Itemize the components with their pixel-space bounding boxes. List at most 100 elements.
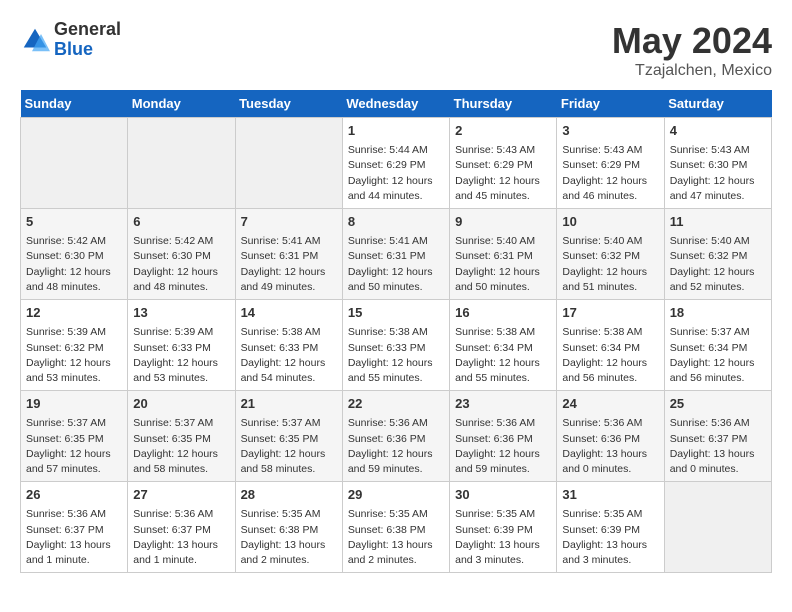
calendar-cell: 27 Sunrise: 5:36 AMSunset: 6:37 PMDayligh…: [128, 482, 235, 573]
day-info: Sunrise: 5:42 AMSunset: 6:30 PMDaylight:…: [26, 234, 122, 295]
day-number: 17: [562, 304, 658, 322]
day-info: Sunrise: 5:35 AMSunset: 6:39 PMDaylight:…: [455, 507, 551, 568]
day-info: Sunrise: 5:40 AMSunset: 6:32 PMDaylight:…: [670, 234, 766, 295]
day-info: Sunrise: 5:38 AMSunset: 6:34 PMDaylight:…: [562, 325, 658, 386]
page-header: General Blue May 2024 Tzajalchen, Mexico: [20, 20, 772, 80]
day-number: 28: [241, 486, 337, 504]
week-row-5: 26Sunrise: 5:36 AMSunset: 6:37 PMDayligh…: [21, 482, 772, 573]
day-info: Sunrise: 5:43 AMSunset: 6:30 PMDaylight:…: [670, 143, 766, 204]
calendar-cell: 1 Sunrise: 5:44 AMSunset: 6:29 PMDaylight…: [342, 118, 449, 209]
calendar-cell: 14Sunrise: 5:38 AMSunset: 6:33 PMDayligh…: [235, 300, 342, 391]
calendar-cell: 28 Sunrise: 5:35 AMSunset: 6:38 PMDayligh…: [235, 482, 342, 573]
day-info: Sunrise: 5:37 AMSunset: 6:34 PMDaylight:…: [670, 325, 766, 386]
day-info: Sunrise: 5:36 AMSunset: 6:36 PMDaylight:…: [455, 416, 551, 477]
calendar-cell: 15Sunrise: 5:38 AMSunset: 6:33 PMDayligh…: [342, 300, 449, 391]
day-number: 21: [241, 395, 337, 413]
calendar-cell: [21, 118, 128, 209]
day-info: Sunrise: 5:37 AMSunset: 6:35 PMDaylight:…: [26, 416, 122, 477]
calendar-cell: 6 Sunrise: 5:42 AMSunset: 6:30 PMDaylight…: [128, 209, 235, 300]
day-info: Sunrise: 5:40 AMSunset: 6:32 PMDaylight:…: [562, 234, 658, 295]
calendar-cell: 17 Sunrise: 5:38 AMSunset: 6:34 PMDayligh…: [557, 300, 664, 391]
calendar-cell: 26Sunrise: 5:36 AMSunset: 6:37 PMDayligh…: [21, 482, 128, 573]
day-number: 16: [455, 304, 551, 322]
calendar-cell: 23 Sunrise: 5:36 AMSunset: 6:36 PMDayligh…: [450, 391, 557, 482]
day-info: Sunrise: 5:36 AMSunset: 6:37 PMDaylight:…: [670, 416, 766, 477]
calendar-cell: 25Sunrise: 5:36 AMSunset: 6:37 PMDayligh…: [664, 391, 771, 482]
logo-general-text: General: [54, 20, 121, 40]
calendar-cell: 21Sunrise: 5:37 AMSunset: 6:35 PMDayligh…: [235, 391, 342, 482]
day-number: 4: [670, 122, 766, 140]
calendar-cell: [235, 118, 342, 209]
day-number: 29: [348, 486, 444, 504]
day-info: Sunrise: 5:35 AMSunset: 6:38 PMDaylight:…: [241, 507, 337, 568]
day-number: 27: [133, 486, 229, 504]
day-number: 12: [26, 304, 122, 322]
calendar-cell: 22Sunrise: 5:36 AMSunset: 6:36 PMDayligh…: [342, 391, 449, 482]
day-number: 19: [26, 395, 122, 413]
day-info: Sunrise: 5:42 AMSunset: 6:30 PMDaylight:…: [133, 234, 229, 295]
day-info: Sunrise: 5:35 AMSunset: 6:39 PMDaylight:…: [562, 507, 658, 568]
week-row-2: 5 Sunrise: 5:42 AMSunset: 6:30 PMDaylight…: [21, 209, 772, 300]
logo-icon: [20, 25, 50, 55]
day-number: 23: [455, 395, 551, 413]
day-number: 24: [562, 395, 658, 413]
header-day-wednesday: Wednesday: [342, 90, 449, 118]
calendar-cell: 8Sunrise: 5:41 AMSunset: 6:31 PMDaylight…: [342, 209, 449, 300]
calendar-cell: 4 Sunrise: 5:43 AMSunset: 6:30 PMDaylight…: [664, 118, 771, 209]
logo-text: General Blue: [54, 20, 121, 60]
calendar-cell: [128, 118, 235, 209]
calendar-cell: 11 Sunrise: 5:40 AMSunset: 6:32 PMDayligh…: [664, 209, 771, 300]
day-number: 7: [241, 213, 337, 231]
day-info: Sunrise: 5:44 AMSunset: 6:29 PMDaylight:…: [348, 143, 444, 204]
day-info: Sunrise: 5:36 AMSunset: 6:36 PMDaylight:…: [562, 416, 658, 477]
day-number: 11: [670, 213, 766, 231]
day-number: 30: [455, 486, 551, 504]
month-title: May 2024: [612, 20, 772, 62]
day-number: 1: [348, 122, 444, 140]
calendar-cell: 13Sunrise: 5:39 AMSunset: 6:33 PMDayligh…: [128, 300, 235, 391]
title-block: May 2024 Tzajalchen, Mexico: [612, 20, 772, 80]
day-info: Sunrise: 5:43 AMSunset: 6:29 PMDaylight:…: [455, 143, 551, 204]
day-info: Sunrise: 5:38 AMSunset: 6:33 PMDaylight:…: [348, 325, 444, 386]
calendar-cell: 30 Sunrise: 5:35 AMSunset: 6:39 PMDayligh…: [450, 482, 557, 573]
calendar-table: SundayMondayTuesdayWednesdayThursdayFrid…: [20, 90, 772, 573]
day-number: 14: [241, 304, 337, 322]
day-number: 9: [455, 213, 551, 231]
day-info: Sunrise: 5:36 AMSunset: 6:36 PMDaylight:…: [348, 416, 444, 477]
calendar-cell: 24 Sunrise: 5:36 AMSunset: 6:36 PMDayligh…: [557, 391, 664, 482]
day-info: Sunrise: 5:36 AMSunset: 6:37 PMDaylight:…: [133, 507, 229, 568]
calendar-cell: 16Sunrise: 5:38 AMSunset: 6:34 PMDayligh…: [450, 300, 557, 391]
day-info: Sunrise: 5:39 AMSunset: 6:33 PMDaylight:…: [133, 325, 229, 386]
day-info: Sunrise: 5:41 AMSunset: 6:31 PMDaylight:…: [241, 234, 337, 295]
day-number: 2: [455, 122, 551, 140]
logo-blue-text: Blue: [54, 40, 121, 60]
day-info: Sunrise: 5:36 AMSunset: 6:37 PMDaylight:…: [26, 507, 122, 568]
header-day-tuesday: Tuesday: [235, 90, 342, 118]
day-info: Sunrise: 5:37 AMSunset: 6:35 PMDaylight:…: [133, 416, 229, 477]
day-number: 5: [26, 213, 122, 231]
day-info: Sunrise: 5:43 AMSunset: 6:29 PMDaylight:…: [562, 143, 658, 204]
day-number: 3: [562, 122, 658, 140]
calendar-cell: 3 Sunrise: 5:43 AMSunset: 6:29 PMDaylight…: [557, 118, 664, 209]
calendar-cell: 10 Sunrise: 5:40 AMSunset: 6:32 PMDayligh…: [557, 209, 664, 300]
week-row-1: 1 Sunrise: 5:44 AMSunset: 6:29 PMDaylight…: [21, 118, 772, 209]
calendar-cell: 31Sunrise: 5:35 AMSunset: 6:39 PMDayligh…: [557, 482, 664, 573]
calendar-body: 1 Sunrise: 5:44 AMSunset: 6:29 PMDaylight…: [21, 118, 772, 573]
calendar-header: SundayMondayTuesdayWednesdayThursdayFrid…: [21, 90, 772, 118]
day-info: Sunrise: 5:35 AMSunset: 6:38 PMDaylight:…: [348, 507, 444, 568]
calendar-cell: 20Sunrise: 5:37 AMSunset: 6:35 PMDayligh…: [128, 391, 235, 482]
header-day-sunday: Sunday: [21, 90, 128, 118]
day-number: 18: [670, 304, 766, 322]
calendar-cell: [664, 482, 771, 573]
header-day-friday: Friday: [557, 90, 664, 118]
logo: General Blue: [20, 20, 121, 60]
header-day-saturday: Saturday: [664, 90, 771, 118]
calendar-cell: 12Sunrise: 5:39 AMSunset: 6:32 PMDayligh…: [21, 300, 128, 391]
day-number: 10: [562, 213, 658, 231]
calendar-cell: 5 Sunrise: 5:42 AMSunset: 6:30 PMDaylight…: [21, 209, 128, 300]
day-number: 6: [133, 213, 229, 231]
day-info: Sunrise: 5:40 AMSunset: 6:31 PMDaylight:…: [455, 234, 551, 295]
week-row-4: 19 Sunrise: 5:37 AMSunset: 6:35 PMDayligh…: [21, 391, 772, 482]
day-info: Sunrise: 5:41 AMSunset: 6:31 PMDaylight:…: [348, 234, 444, 295]
header-day-monday: Monday: [128, 90, 235, 118]
